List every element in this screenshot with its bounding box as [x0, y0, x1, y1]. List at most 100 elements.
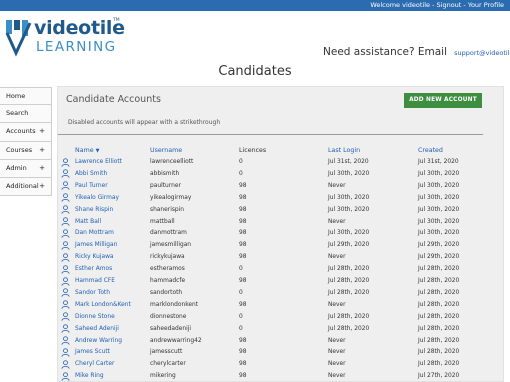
sidebar-item-courses[interactable]: Courses + — [0, 141, 52, 160]
table-row: Paul Turner paulturner 98 Never Jul 30th, 20… — [58, 181, 503, 191]
sidebar-item-accounts[interactable]: Accounts + — [0, 123, 52, 142]
username-cell: dionnestone — [150, 313, 187, 320]
user-icon[interactable] — [61, 253, 70, 262]
username-cell: abbismith — [150, 170, 180, 177]
user-icon[interactable] — [61, 288, 70, 298]
last-login-cell: Jul 28th, 2020 — [328, 266, 370, 273]
candidate-name-link[interactable]: Matt Ball — [75, 217, 101, 227]
logo[interactable]: videotile TM LEARNING — [4, 17, 125, 63]
username-cell: sandortoth — [150, 289, 183, 296]
table-row: Matt Ball mattball 98 Never Jul 30th, 2020 — [58, 217, 503, 227]
table-row: Hammad CFE hammadcfe 98 Jul 28th, 2020 Jul 2… — [58, 276, 503, 286]
username-cell: andrewwarring42 — [150, 337, 202, 344]
support-email-link[interactable]: support@videotile.co.uk — [454, 49, 510, 57]
user-icon[interactable] — [61, 157, 70, 167]
user-icon[interactable] — [61, 348, 70, 357]
last-login-cell: Jul 29th, 2020 — [328, 242, 370, 249]
candidate-name-link[interactable]: Esther Amos — [75, 264, 112, 274]
username-cell: cherylcarter — [150, 361, 186, 368]
user-icon[interactable] — [61, 276, 70, 286]
column-header-name[interactable]: Name ▼ — [75, 145, 99, 157]
candidate-name-link[interactable]: Shane Rispin — [75, 205, 113, 215]
user-icon[interactable] — [61, 264, 70, 274]
candidate-name-link[interactable]: Dan Mottram — [75, 228, 114, 238]
sidebar-item-label: Search — [6, 109, 29, 118]
user-icon[interactable] — [61, 181, 70, 191]
licences-cell: 0 — [239, 313, 243, 320]
licences-cell: 0 — [239, 170, 243, 177]
logo-mark-icon — [5, 20, 32, 57]
candidate-name-link[interactable]: James Scutt — [75, 347, 110, 357]
column-header-licences: Licences — [239, 147, 267, 154]
user-icon[interactable] — [61, 193, 70, 202]
candidate-name-link[interactable]: Abbi Smith — [75, 169, 107, 179]
candidate-name-link[interactable]: Mike Ring — [75, 371, 104, 381]
column-header-created[interactable]: Created — [418, 145, 443, 157]
licences-cell: 98 — [239, 218, 247, 225]
table-row: Mark London&Kent marklondonkent 98 Never Jul… — [58, 300, 503, 310]
created-cell: Jul 30th, 2020 — [418, 170, 460, 177]
candidate-name-link[interactable]: Dionne Stone — [75, 312, 115, 322]
header: videotile TM LEARNING Need assistance? E… — [0, 11, 510, 69]
candidate-name-link[interactable]: Mark London&Kent — [75, 300, 131, 310]
user-icon[interactable] — [61, 229, 70, 238]
sidebar-item-label: Admin — [6, 163, 27, 172]
last-login-cell: Jul 30th, 2020 — [328, 194, 370, 201]
user-icon[interactable] — [61, 205, 70, 214]
licences-cell: 98 — [239, 242, 247, 249]
panel-heading: Candidate Accounts — [66, 94, 161, 105]
candidate-name-link[interactable]: Paul Turner — [75, 181, 108, 191]
welcome-text: Welcome videotile — [370, 1, 431, 9]
sidebar-item-label: Accounts — [6, 127, 36, 136]
column-header-username[interactable]: Username — [150, 145, 182, 157]
username-cell: mattball — [150, 218, 175, 225]
user-icon[interactable] — [61, 324, 70, 333]
last-login-cell: Jul 28th, 2020 — [328, 278, 370, 284]
sidebar-item-additional[interactable]: Additional + — [0, 177, 52, 197]
table-row: Ricky Kujawa rickykujawa 98 Never Jul 29th, … — [58, 252, 503, 262]
licences-cell: 98 — [239, 230, 247, 237]
user-icon[interactable] — [61, 336, 70, 345]
sidebar-item-home[interactable]: Home — [0, 87, 52, 106]
column-header-label: Name — [75, 147, 94, 154]
add-new-account-button[interactable]: ADD NEW ACCOUNT — [404, 93, 482, 108]
signout-link[interactable]: Signout — [437, 1, 462, 9]
column-header-last-login[interactable]: Last Login — [328, 145, 360, 157]
strikethrough-note: Disabled accounts will appear with a str… — [68, 119, 221, 126]
created-cell: Jul 29th, 2020 — [418, 242, 460, 249]
last-login-cell: Jul 31st, 2020 — [328, 159, 369, 165]
candidate-name-link[interactable]: Cheryl Carter — [75, 359, 114, 369]
candidate-name-link[interactable]: James Milligan — [75, 240, 117, 250]
created-cell: Jul 30th, 2020 — [418, 182, 460, 189]
created-cell: Jul 29th, 2020 — [418, 254, 460, 261]
user-icon[interactable] — [61, 217, 70, 226]
user-icon[interactable] — [61, 360, 70, 369]
sidebar-item-search[interactable]: Search — [0, 105, 52, 124]
candidate-name-link[interactable]: Saheed Adeniji — [75, 324, 119, 334]
created-cell: Jul 28th, 2020 — [418, 337, 460, 344]
sidebar-item-admin[interactable]: Admin + — [0, 159, 52, 178]
created-cell: Jul 31st, 2020 — [418, 159, 459, 165]
candidate-name-link[interactable]: Lawrence Elliott — [75, 157, 122, 167]
sidebar-item-label: Additional — [6, 181, 39, 190]
candidate-name-link[interactable]: Ricky Kujawa — [75, 252, 114, 262]
candidate-name-link[interactable]: Andrew Warring — [75, 336, 122, 346]
user-icon[interactable] — [61, 312, 70, 321]
table-row: Mike Ring mikering 98 Never Jul 27th, 2020 — [58, 371, 503, 381]
username-cell: estheramos — [150, 266, 185, 273]
last-login-cell: Never — [328, 301, 346, 308]
last-login-cell: Never — [328, 349, 346, 356]
table-row: Dionne Stone dionnestone 0 Jul 28th, 2020 Ju… — [58, 312, 503, 322]
user-icon[interactable] — [61, 300, 70, 310]
licences-cell: 98 — [239, 254, 247, 261]
candidate-name-link[interactable]: Sandor Toth — [75, 288, 110, 298]
user-icon[interactable] — [61, 241, 70, 250]
candidate-name-link[interactable]: Yikealo Girmay — [75, 193, 119, 203]
candidate-name-link[interactable]: Hammad CFE — [75, 276, 115, 286]
candidate-accounts-panel: Candidate Accounts ADD NEW ACCOUNT Disab… — [57, 86, 504, 382]
last-login-cell: Never — [328, 373, 346, 380]
created-cell: Jul 28th, 2020 — [418, 361, 460, 368]
user-icon[interactable] — [61, 372, 70, 381]
profile-link[interactable]: Your Profile — [468, 1, 504, 9]
user-icon[interactable] — [61, 169, 70, 179]
